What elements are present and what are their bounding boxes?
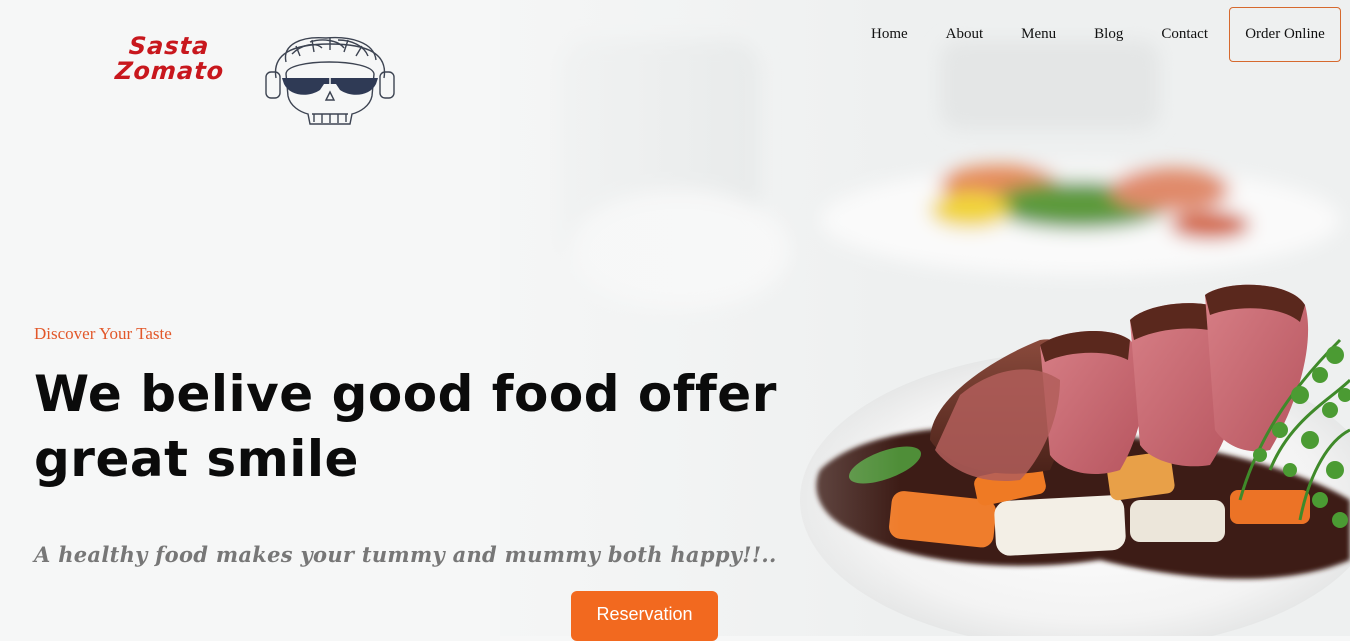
skull-headphones-icon [265,36,395,125]
brand-wordmark: Sasta Zomato [114,32,227,85]
hero-eyebrow: Discover Your Taste [34,324,172,343]
brand-logo[interactable]: Sasta Zomato [114,32,408,126]
brand-line-2: Zomato [114,57,226,85]
nav-link-home[interactable]: Home [852,26,927,43]
hero-headline: We belive good food offer great smile [34,365,777,488]
reservation-button[interactable]: Reservation [571,591,718,641]
order-online-button[interactable]: Order Online [1229,6,1341,62]
nav-link-contact[interactable]: Contact [1142,26,1227,43]
hero-tagline: A healthy food makes your tummy and mumm… [34,542,777,567]
nav-link-about[interactable]: About [927,26,1003,43]
nav-link-menu[interactable]: Menu [1002,26,1075,43]
main-navigation: Home About Menu Blog Contact Order Onlin… [852,0,1350,68]
nav-link-blog[interactable]: Blog [1075,26,1142,43]
brand-line-1: Sasta [127,32,211,60]
